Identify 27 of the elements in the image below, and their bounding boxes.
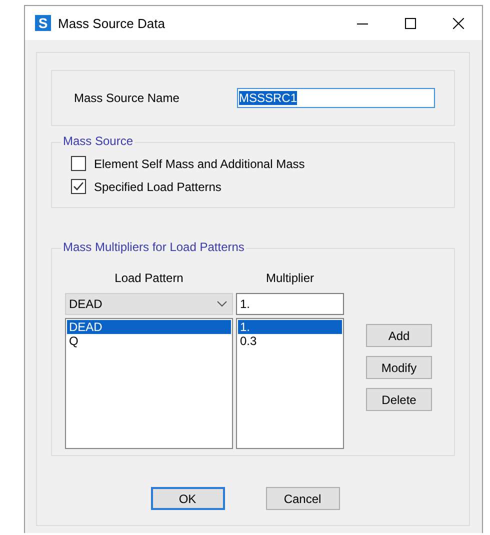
name-field[interactable]: MSSSRC1 bbox=[237, 88, 435, 108]
close-icon bbox=[452, 18, 464, 28]
chevron-down-icon bbox=[217, 301, 227, 307]
multiplier-field[interactable]: 1. bbox=[236, 293, 344, 315]
checkmark-icon bbox=[73, 181, 84, 192]
field-label: Mass Source Name bbox=[74, 91, 180, 105]
column-header: Multiplier bbox=[264, 272, 315, 287]
checkbox-label: Specified Load Patterns bbox=[94, 180, 222, 194]
action-button[interactable]: Add bbox=[366, 324, 432, 347]
cancel-button[interactable]: Cancel bbox=[266, 487, 340, 510]
checkbox-label: Element Self Mass and Additional Mass bbox=[94, 156, 305, 170]
list-item[interactable]: 0.3 bbox=[238, 334, 342, 348]
list-item[interactable]: 1. bbox=[238, 320, 342, 334]
load-pattern-dropdown[interactable]: DEAD bbox=[65, 293, 233, 315]
ok-button[interactable]: OK bbox=[150, 487, 224, 510]
column-header: Load Pattern bbox=[114, 272, 184, 287]
window-title: Mass Source Data bbox=[58, 16, 166, 30]
list-item[interactable]: Q bbox=[67, 334, 231, 348]
maximize-icon bbox=[404, 18, 416, 28]
app-icon: S bbox=[35, 15, 51, 31]
action-button[interactable]: Modify bbox=[366, 356, 432, 379]
group-title: Mass Source bbox=[61, 134, 136, 148]
checkbox[interactable] bbox=[71, 179, 86, 194]
action-button[interactable]: Delete bbox=[366, 388, 432, 411]
checkbox[interactable] bbox=[71, 156, 86, 171]
group-title: Mass Multipliers for Load Patterns bbox=[61, 240, 246, 254]
list-item[interactable]: DEAD bbox=[67, 320, 231, 334]
